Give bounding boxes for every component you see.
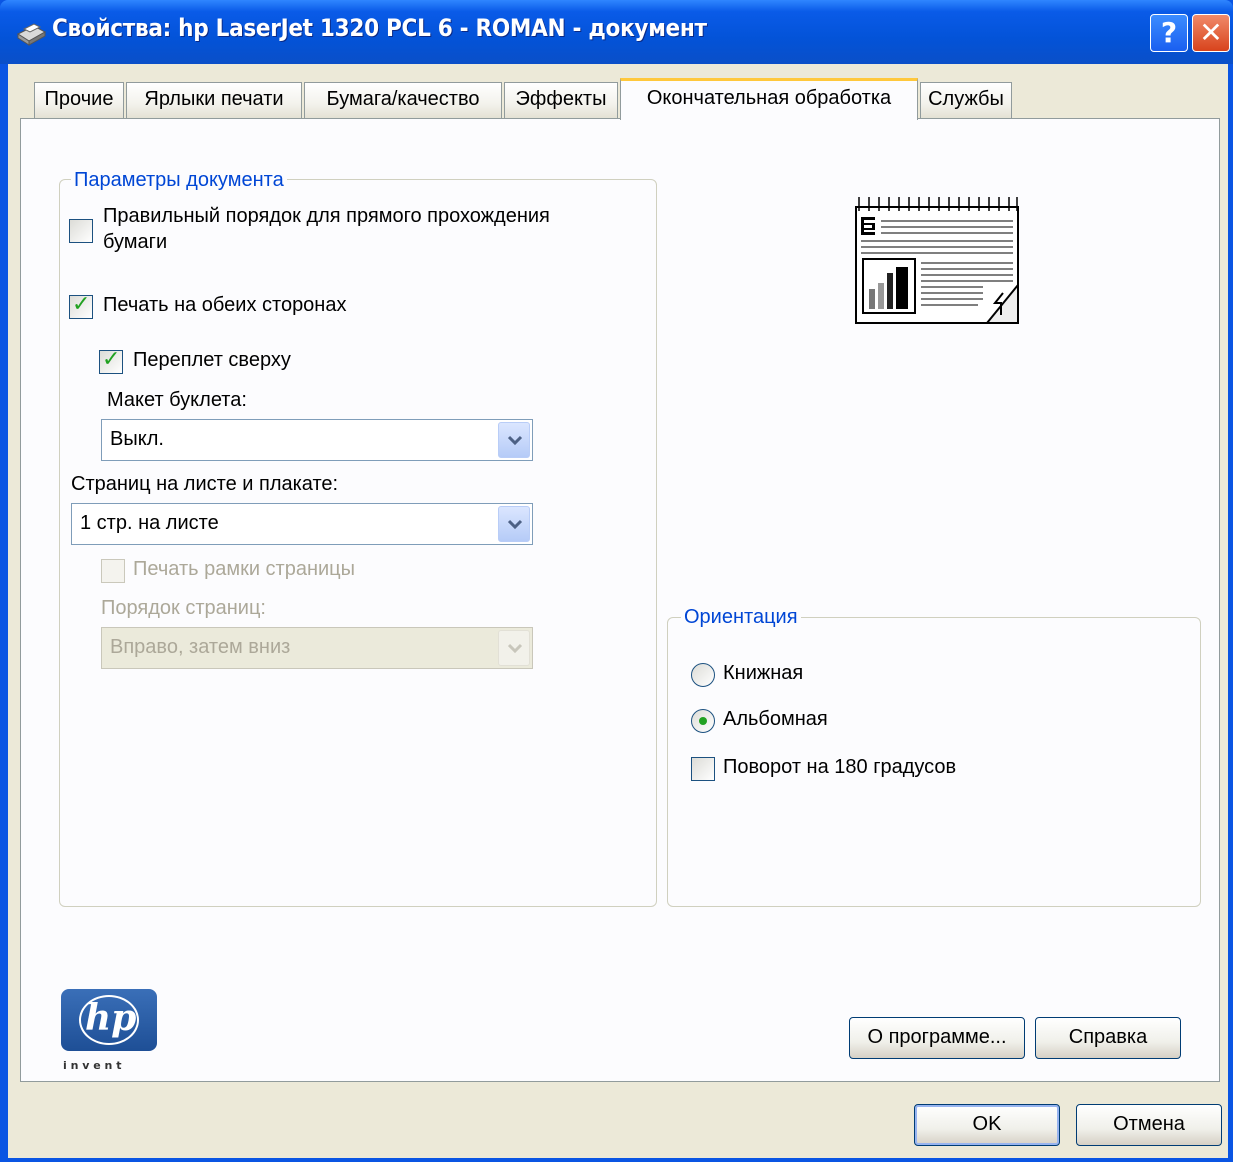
ok-button[interactable]: OK [914,1104,1060,1146]
rotate-180-label: Поворот на 180 градусов [723,756,957,778]
document-preview-icon [855,197,1019,324]
tab-paper-quality[interactable]: Бумага/качество [304,82,502,118]
checkmark-icon: ✓ [72,292,91,317]
tab-services[interactable]: Службы [920,82,1012,118]
print-both-sides-checkbox[interactable]: ✓ [69,292,93,319]
properties-dialog: Свойства: hp LaserJet 1320 PCL 6 - ROMAN… [0,0,1233,1162]
straight-paper-path-checkbox[interactable] [69,219,93,243]
booklet-layout-value: Выкл. [110,428,164,450]
chevron-down-icon[interactable] [498,630,530,666]
chevron-down-icon[interactable] [498,506,530,542]
about-button[interactable]: О программе... [849,1017,1025,1059]
orientation-legend: Ориентация [681,606,801,629]
help-button[interactable]: ? [1150,14,1188,52]
hp-invent-tagline: i n v e n t [63,1059,122,1072]
cancel-button[interactable]: Отмена [1076,1104,1222,1146]
checkmark-icon: ✓ [102,347,121,372]
page-order-value: Вправо, затем вниз [110,636,291,658]
straight-paper-path-label-2: бумаги [103,231,168,253]
tab-other[interactable]: Прочие [34,82,124,118]
page-order-select[interactable]: Вправо, затем вниз [101,627,533,669]
booklet-layout-label: Макет буклета: [107,389,247,411]
title-bar[interactable]: Свойства: hp LaserJet 1320 PCL 6 - ROMAN… [0,0,1233,64]
portrait-label: Книжная [723,662,804,684]
straight-paper-path-label-1: Правильный порядок для прямого прохожден… [103,205,550,227]
chevron-down-icon[interactable] [498,422,530,458]
pages-per-sheet-label: Страниц на листе и плакате: [71,473,339,495]
rotate-180-checkbox[interactable] [691,757,715,781]
document-options-legend: Параметры документа [71,169,287,192]
hp-logo-badge: hp [61,989,157,1051]
flip-up-checkbox[interactable]: ✓ [99,347,123,374]
finishing-panel: Параметры документа Правильный порядок д… [20,118,1220,1082]
panel-help-button[interactable]: Справка [1035,1017,1181,1059]
radio-selected-dot [699,717,707,725]
portrait-radio[interactable] [691,663,715,687]
printer-icon [16,23,47,46]
tab-effects[interactable]: Эффекты [504,82,618,118]
hp-logo-circle [79,995,139,1045]
hp-logo: hp i n v e n t [61,989,161,1079]
close-button[interactable]: ✕ [1192,14,1230,52]
tab-finishing[interactable]: Окончательная обработка [620,78,918,120]
landscape-radio[interactable] [691,709,715,733]
dialog-client: Прочие Ярлыки печати Бумага/качество Эфф… [8,64,1228,1158]
print-page-borders-label: Печать рамки страницы [133,558,356,580]
flip-up-label: Переплет сверху [133,349,291,371]
booklet-layout-select[interactable]: Выкл. [101,419,533,461]
window-title: Свойства: hp LaserJet 1320 PCL 6 - ROMAN… [52,14,707,42]
page-order-label: Порядок страниц: [101,597,266,619]
tab-shortcuts[interactable]: Ярлыки печати [126,82,302,118]
print-both-sides-label: Печать на обеих сторонах [103,294,347,316]
pages-per-sheet-value: 1 стр. на листе [80,512,219,534]
landscape-label: Альбомная [723,708,828,730]
pages-per-sheet-select[interactable]: 1 стр. на листе [71,503,533,545]
print-page-borders-checkbox[interactable] [101,559,125,583]
